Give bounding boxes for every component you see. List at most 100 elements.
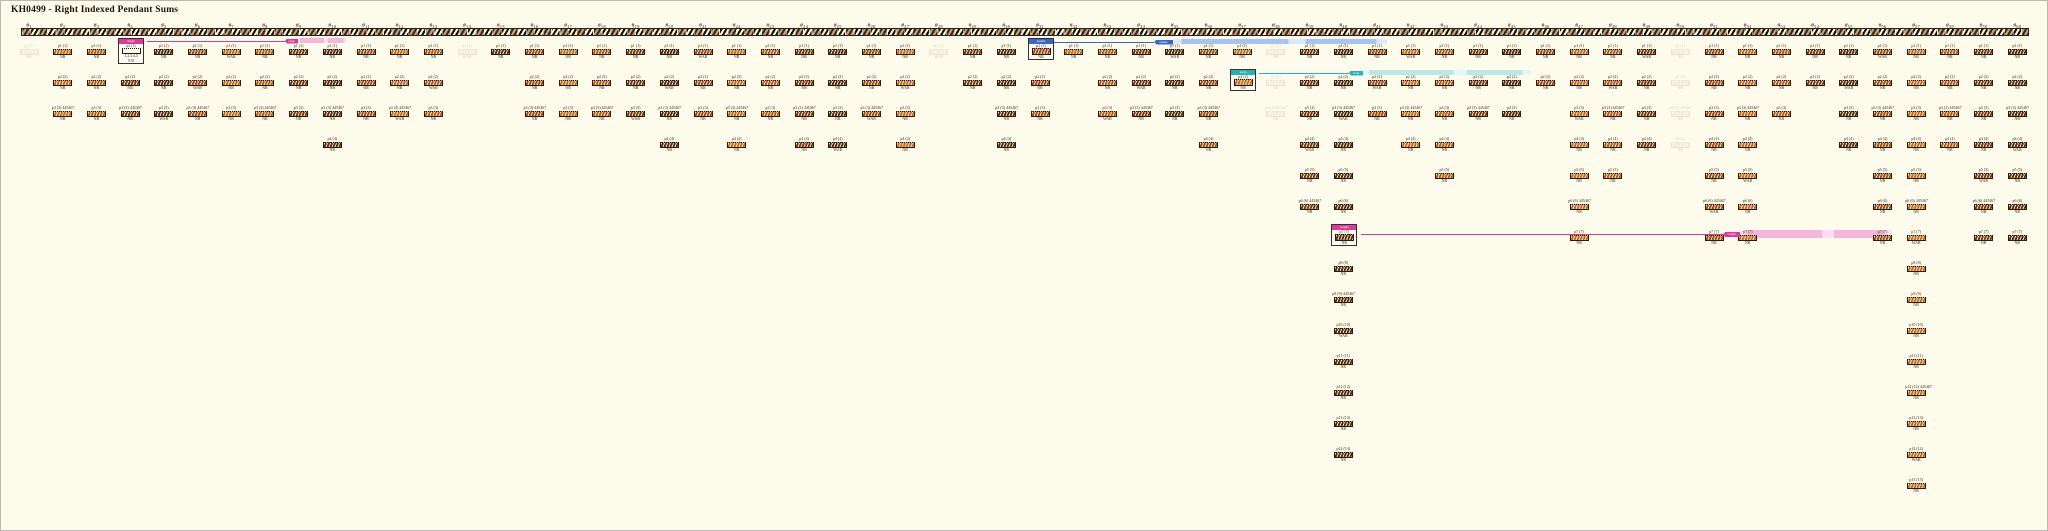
pendant-node[interactable]: p3 (3) 445467NR — [1400, 106, 1422, 122]
pendant-node[interactable]: p2 (2)NR — [827, 75, 849, 91]
pendant-node[interactable]: p1 (1)NR — [355, 44, 377, 60]
pendant-node[interactable]: p7 (7)NR — [1973, 230, 1995, 246]
pendant-node[interactable]: p7 (7)NR — [1703, 230, 1725, 246]
pendant-node[interactable]: p2 (2)NR — [995, 75, 1017, 91]
pendant-node[interactable]: p2 (2)NR — [389, 75, 411, 91]
pendant-node[interactable]: p7 (7)WAR — [1905, 230, 1927, 246]
pendant-node[interactable]: p13 (13)NR — [1332, 416, 1354, 432]
pendant-node[interactable]: p4 (4)NR — [1939, 137, 1961, 153]
blue-arrow-icon[interactable]: update — [1154, 40, 1173, 45]
pendant-node[interactable]: p4 (4)NR — [793, 137, 815, 153]
pendant-node[interactable]: p1 (1)NR — [1433, 44, 1455, 60]
pendant-node[interactable]: p6 (6)NR — [1737, 199, 1759, 215]
pendant-node[interactable]: p4 (4)WAR — [827, 137, 849, 153]
pendant-node[interactable]: p3 (3) 445467NR — [1872, 106, 1894, 122]
pendant-node[interactable]: p1 (1)NR — [254, 44, 276, 60]
pendant-node[interactable]: p5 (5)NR — [1299, 168, 1321, 184]
pendant-node[interactable]: p1 (1)NR — [1535, 44, 1557, 60]
pendant-node[interactable]: p3 (3) 445467NR — [524, 106, 546, 122]
pendant-node[interactable]: p1 (1)NR — [962, 44, 984, 60]
pendant-node[interactable]: p1 (1)NR — [1299, 44, 1321, 60]
pendant-node[interactable]: p3 (3)NR — [1501, 106, 1523, 122]
pendant-node[interactable]: p4 (4)WAR — [1299, 137, 1321, 153]
pendant-node[interactable]: p2 (2)NR — [1029, 75, 1051, 91]
pendant-node[interactable]: p2 (2)NR — [1467, 75, 1489, 91]
pendant-node[interactable]: p5 (5)NR — [1872, 168, 1894, 184]
pendant-node[interactable]: p10 (10)WAR — [1332, 323, 1354, 339]
pendant-node[interactable]: p3 (3)NR — [692, 106, 714, 122]
pendant-node[interactable]: p5 (5)NR — [1602, 168, 1624, 184]
pendant-node[interactable]: p3 (3)WAR — [625, 106, 647, 122]
pendant-node[interactable]: p2 (2)WAR — [1366, 75, 1388, 91]
pendant-node[interactable]: p5 (5)NR — [2006, 168, 2028, 184]
pendant-node[interactable]: p3 (3)NR — [220, 106, 242, 122]
pendant-node[interactable]: p2 (2)NR — [1804, 75, 1826, 91]
pendant-node[interactable]: p1 (1)NR — [1703, 44, 1725, 60]
pendant-node[interactable]: p2 (2)NR — [726, 75, 748, 91]
pendant-node[interactable]: p4 (4)NR — [1636, 137, 1658, 153]
pendant-node[interactable]: p7 (7)NR — [1872, 230, 1894, 246]
pendant-node[interactable]: p8 (8)NR — [1905, 261, 1927, 277]
pendant-node[interactable]: p6 (6) 445467WAR — [1703, 199, 1725, 215]
pendant-node[interactable]: p3 (3) 445467NR — [52, 106, 74, 122]
pendant-node[interactable]: p2 (2)NR — [1198, 75, 1220, 91]
pendant-node[interactable]: p1 (1)WAR — [456, 44, 478, 60]
pendant-node[interactable]: p9 (9)NR — [1905, 292, 1927, 308]
pendant-node[interactable]: p2 (2)NR — [119, 75, 141, 91]
pendant-node[interactable]: p1 (1)NR — [894, 44, 916, 60]
pendant-node[interactable]: p3 (3)NR — [1703, 106, 1725, 122]
pendant-node[interactable]: p2 (2)NR — [1703, 75, 1725, 91]
pendant-node[interactable]: p2 (2)NR — [220, 75, 242, 91]
pendant-node[interactable]: p4 (4)NR — [1973, 137, 1995, 153]
highlighted-pendant-box[interactable]: magicp1 (1)1,2,3,4,59:55 — [118, 38, 144, 64]
pendant-node[interactable]: p2 (2)NR — [861, 75, 883, 91]
pendant-node[interactable]: p4 (4)NR — [1400, 137, 1422, 153]
pendant-node[interactable]: p1 (1)NR — [1568, 44, 1590, 60]
pendant-node[interactable]: p3 (3)NR — [355, 106, 377, 122]
highlighted-pendant-box[interactable]: weightp7 (7)NR — [1331, 224, 1357, 246]
pendant-node[interactable]: p1 (1)NR — [1804, 44, 1826, 60]
pendant-node[interactable]: p4 (4)NR — [1568, 137, 1590, 153]
pendant-node[interactable]: p7 (7)NR — [2006, 230, 2028, 246]
pendant-node[interactable]: p2 (2)WAR — [894, 75, 916, 91]
pendant-node[interactable]: p2 (2)NR — [52, 75, 74, 91]
pendant-node[interactable]: p2 (2)NR — [1332, 75, 1354, 91]
pendant-node[interactable]: p3 (3) 445467WAR — [861, 106, 883, 122]
pendant-node[interactable]: p1 (1)NR — [1332, 44, 1354, 60]
pendant-node[interactable]: p1 (1)WAR — [928, 44, 950, 60]
pendant-node[interactable]: p2 (2)NR — [1265, 75, 1287, 91]
pendant-node[interactable]: p2 (2)NR — [1232, 75, 1254, 91]
pendant-node[interactable]: p1 (1)NR — [1063, 44, 1085, 60]
pendant-node[interactable]: p2 (2)NR — [355, 75, 377, 91]
pendant-node[interactable]: p3 (3)NR — [1973, 106, 1995, 122]
pendant-node[interactable]: p1 (1)WAR — [1636, 44, 1658, 60]
pendant-node[interactable]: p2 (2)NR — [1096, 75, 1118, 91]
pendant-node[interactable]: p12 (12)NR — [1332, 385, 1354, 401]
pendant-node[interactable]: p2 (2)NR — [153, 75, 175, 91]
pendant-node[interactable]: p1 (1)NR — [625, 44, 647, 60]
pendant-node[interactable]: p1 (1)NR — [1467, 44, 1489, 60]
pendant-node[interactable]: p4 (4)NR — [1737, 137, 1759, 153]
pendant-node[interactable]: p4 (4)NR — [894, 137, 916, 153]
pendant-node[interactable]: p1 (1)NR — [2006, 44, 2028, 60]
pendant-node[interactable]: p1 (1)NR — [995, 44, 1017, 60]
pendant-node[interactable]: p1 (1)NR — [288, 44, 310, 60]
pendant-node[interactable]: p1 (1)NR — [793, 44, 815, 60]
pendant-node[interactable]: p1 (1)NR — [18, 44, 40, 60]
pendant-node[interactable]: p4 (4)NR — [1872, 137, 1894, 153]
pendant-node[interactable]: p1 (1)WAR — [1164, 44, 1186, 60]
pendant-node[interactable]: p1 (1)NR — [85, 44, 107, 60]
pendant-node[interactable]: p1 (1)NR — [153, 44, 175, 60]
pendant-node[interactable]: p10 (10)NR — [1905, 323, 1927, 339]
pendant-node[interactable]: p2 (2)NR — [1770, 75, 1792, 91]
pendant-node[interactable]: p1 (1)NR — [1770, 44, 1792, 60]
pendant-node[interactable]: p4 (4)NR — [1703, 137, 1725, 153]
pendant-node[interactable]: p1 (1)NR — [759, 44, 781, 60]
pendant-node[interactable]: p1 (1)WAR — [1872, 44, 1894, 60]
pendant-node[interactable]: p3 (3) 445467NR — [1737, 106, 1759, 122]
pendant-node[interactable]: p2 (2)NR — [1636, 75, 1658, 91]
pendant-node[interactable]: p3 (3)NR — [1366, 106, 1388, 122]
pendant-node[interactable]: p2 (2)NR — [591, 75, 613, 91]
pendant-node[interactable]: p2 (2)NR — [1939, 75, 1961, 91]
pendant-node[interactable]: p6 (6)NR — [1872, 199, 1894, 215]
